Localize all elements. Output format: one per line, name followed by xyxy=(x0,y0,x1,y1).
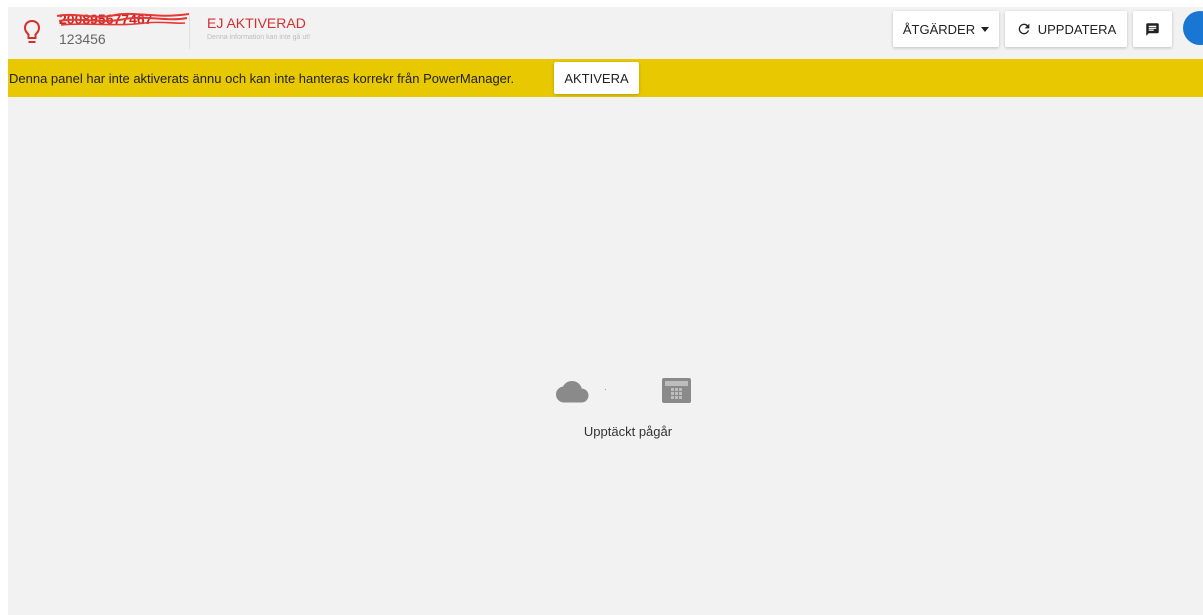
cloud-icon xyxy=(556,381,589,403)
activation-banner: Denna panel har inte aktiverats ännu och… xyxy=(8,59,1203,97)
message-icon xyxy=(1146,22,1159,36)
activate-button[interactable]: AKTIVERA xyxy=(554,62,639,94)
user-avatar-button[interactable] xyxy=(1183,11,1203,45)
actions-button[interactable]: ÅTGÄRDER xyxy=(893,11,999,47)
connection-dot xyxy=(605,389,606,390)
serial-number-text: 200895677467 xyxy=(59,11,153,27)
actions-button-label: ÅTGÄRDER xyxy=(902,21,976,37)
discovery-status: Upptäckt pågår xyxy=(553,375,703,439)
caret-down-icon xyxy=(981,26,990,32)
panel-code: 123456 xyxy=(59,31,106,47)
banner-message: Denna panel har inte aktiverats ännu och… xyxy=(9,70,515,86)
panel-identifiers: 200895677467 123456 xyxy=(56,10,190,48)
status-subtitle: Denna information kan inte gå ut! xyxy=(207,34,311,41)
app-frame: 200895677467 123456 EJ AKTIVERAD Denna i… xyxy=(8,7,1203,615)
discovery-text: Upptäckt pågår xyxy=(583,424,673,439)
refresh-button[interactable]: UPPDATERA xyxy=(1005,11,1127,47)
status-title: EJ AKTIVERAD xyxy=(207,15,306,31)
refresh-icon xyxy=(1018,23,1030,35)
panel-header: 200895677467 123456 EJ AKTIVERAD Denna i… xyxy=(8,7,1203,59)
messages-button[interactable] xyxy=(1133,11,1172,47)
activate-button-label: AKTIVERA xyxy=(564,70,629,86)
lightbulb-icon xyxy=(23,19,41,43)
header-divider xyxy=(189,13,190,49)
serial-number: 200895677467 xyxy=(56,10,190,28)
refresh-button-label: UPPDATERA xyxy=(1037,21,1117,37)
activation-status: EJ AKTIVERAD Denna information kan inte … xyxy=(207,15,310,41)
alarm-panel-icon xyxy=(662,378,691,403)
